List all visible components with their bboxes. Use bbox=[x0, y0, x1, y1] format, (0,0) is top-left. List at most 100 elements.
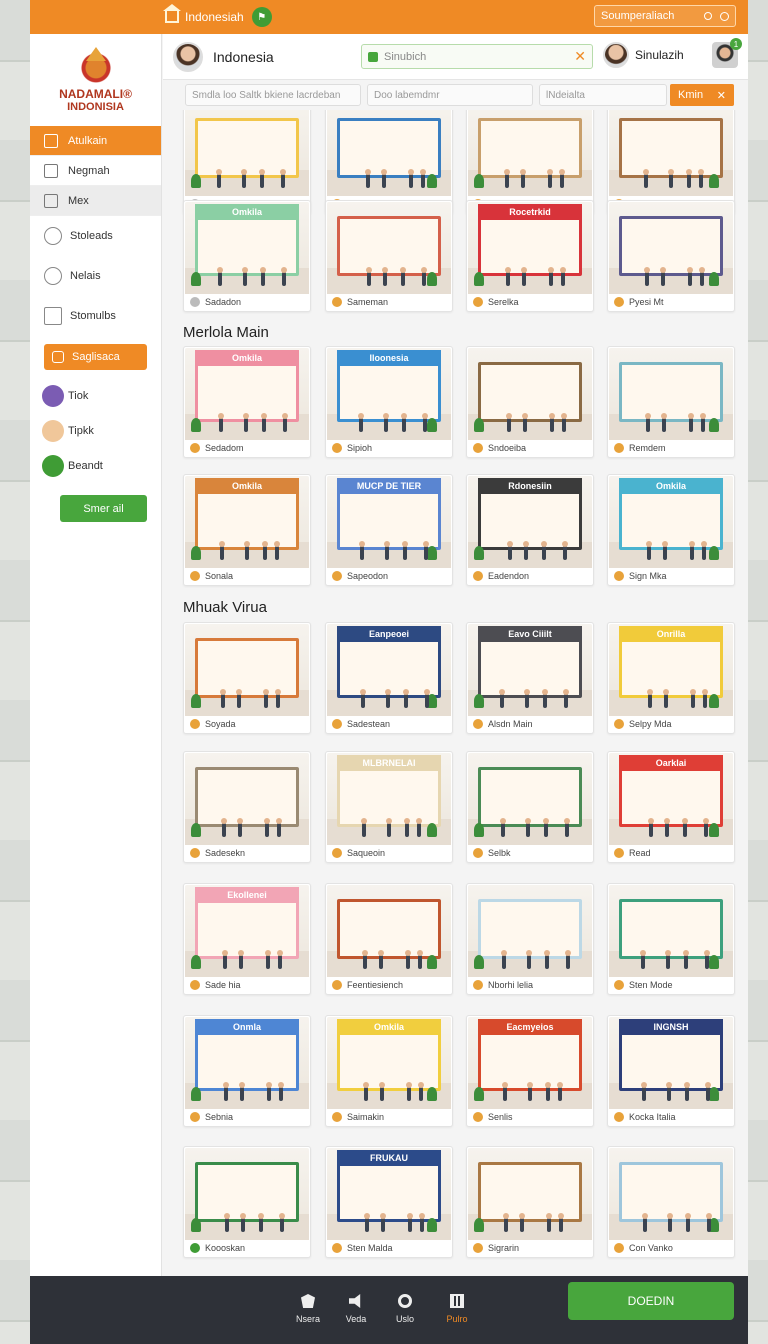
shopper-figure bbox=[699, 267, 705, 286]
shopper-figure bbox=[525, 818, 531, 837]
sidebar-item-stoleads[interactable]: Stoleads bbox=[30, 216, 161, 256]
notification-avatar[interactable]: 1 bbox=[712, 38, 742, 68]
store-card[interactable]: Eacmyeios Senlis bbox=[466, 1015, 594, 1127]
store-card[interactable]: Selbk bbox=[466, 751, 594, 863]
store-card[interactable]: Iloonesia Sipioh bbox=[325, 346, 453, 458]
shopper-figure bbox=[243, 413, 249, 432]
top-search-field[interactable]: Soumperaliach bbox=[594, 5, 736, 27]
store-card[interactable]: Koooskan bbox=[183, 1146, 311, 1258]
home-icon[interactable] bbox=[163, 4, 181, 23]
flag-icon[interactable]: ⚑ bbox=[251, 7, 272, 27]
filter-field-3[interactable]: lNdeialta bbox=[539, 84, 667, 106]
store-card[interactable]: Oarklai Read bbox=[607, 751, 735, 863]
store-grid[interactable]: Merlola Main Mhuak Virua Sm OntsSadaacbi… bbox=[163, 110, 748, 1276]
bottom-nav-veda[interactable]: Veda bbox=[336, 1294, 376, 1324]
store-card[interactable]: Onrilla Selpy Mda bbox=[607, 622, 735, 734]
storefront bbox=[337, 118, 441, 178]
user-profile[interactable]: Sinulazih bbox=[603, 42, 684, 68]
store-card[interactable]: Rocetrkid Serelka bbox=[466, 200, 594, 312]
store-card[interactable]: Sadesekn bbox=[183, 751, 311, 863]
avatar[interactable] bbox=[173, 41, 203, 72]
bottom-nav-uslo[interactable]: Uslo bbox=[385, 1294, 425, 1324]
sidebar-item-atulkain[interactable]: Atulkain bbox=[30, 126, 161, 156]
store-card[interactable]: Sadaacbin bbox=[325, 110, 453, 214]
emblem-icon bbox=[78, 47, 113, 85]
sidebar-item-mex[interactable]: Mex bbox=[30, 186, 161, 216]
store-card[interactable]: Eanpeoei Sadestean bbox=[325, 622, 453, 734]
store-card[interactable]: Ekollenei Sade hia bbox=[183, 883, 311, 995]
store-card[interactable]: Sten Mode bbox=[607, 883, 735, 995]
store-card[interactable]: Sndoeiba bbox=[466, 346, 594, 458]
store-caption-text: Sadadon bbox=[205, 297, 242, 307]
search-input[interactable]: Sinubich ✕ bbox=[361, 44, 593, 69]
sidebar-item-stomulbs[interactable]: Stomulbs bbox=[30, 296, 161, 336]
filter-bar: Smdla loo Saltk bkiene lacrdeban Doo lab… bbox=[163, 80, 748, 110]
store-card[interactable]: Feentiesiench bbox=[325, 883, 453, 995]
store-card[interactable]: INGNSH Kocka Italia bbox=[607, 1015, 735, 1127]
store-thumbnail: Eavo Ciiilt bbox=[468, 624, 592, 716]
store-sign: Rdonesiin bbox=[478, 478, 582, 494]
shopper-figure bbox=[703, 818, 709, 837]
sidebar-item-nelais[interactable]: Nelais bbox=[30, 256, 161, 296]
sidebar-item-tiok[interactable]: Tiok bbox=[30, 378, 161, 413]
store-card[interactable]: Remdem bbox=[607, 346, 735, 458]
shopper-figure bbox=[701, 541, 707, 560]
store-card[interactable]: Sigrarin bbox=[466, 1146, 594, 1258]
doedin-button[interactable]: DOEDIN bbox=[568, 1282, 734, 1320]
store-thumbnail bbox=[468, 753, 592, 845]
kmin-button[interactable]: Kmin ✕ bbox=[670, 84, 734, 106]
store-card[interactable]: Soyada bbox=[183, 622, 311, 734]
sidebar-item-negmah[interactable]: Negmah bbox=[30, 156, 161, 186]
close-icon[interactable]: ✕ bbox=[574, 48, 586, 65]
store-card[interactable]: Selsjeman bbox=[607, 110, 735, 214]
shopper-figure bbox=[668, 169, 674, 188]
sidebar-item-label: Tiok bbox=[68, 389, 89, 402]
sidebar-item-tipkk[interactable]: Tipkk bbox=[30, 413, 161, 448]
store-card[interactable]: Sm Onts bbox=[183, 110, 311, 214]
saglisaca-button[interactable]: Saglisaca bbox=[44, 344, 147, 370]
store-card[interactable]: Omkila Sonala bbox=[183, 474, 311, 586]
bottom-nav-nsera[interactable]: Nsera bbox=[288, 1294, 328, 1324]
store-card[interactable]: Sameman bbox=[325, 200, 453, 312]
store-caption: Remdem bbox=[614, 443, 666, 453]
check-icon bbox=[473, 719, 483, 729]
shopper-figure bbox=[644, 267, 650, 286]
bottom-nav-pulro[interactable]: Pulro bbox=[437, 1294, 477, 1324]
store-caption-text: Sade hia bbox=[205, 980, 241, 990]
shopper-figure bbox=[519, 1213, 525, 1232]
search-icon[interactable] bbox=[720, 11, 729, 21]
store-card[interactable]: Rdonesiin Eadendon bbox=[466, 474, 594, 586]
store-caption: Serelka bbox=[473, 297, 519, 307]
store-card[interactable]: Con Vanko bbox=[607, 1146, 735, 1258]
store-card[interactable]: Omkila Sedadom bbox=[183, 346, 311, 458]
storefront bbox=[478, 118, 582, 178]
store-card[interactable]: Pyesi Mt bbox=[607, 200, 735, 312]
store-card[interactable]: Nborhi lelia bbox=[466, 883, 594, 995]
filter-field-1[interactable]: Smdla loo Saltk bkiene lacrdeban bbox=[185, 84, 361, 106]
store-card[interactable]: Omkila Saimakin bbox=[325, 1015, 453, 1127]
shopper-figure bbox=[263, 689, 269, 708]
store-card[interactable]: Omkila Sadadon bbox=[183, 200, 311, 312]
store-card[interactable]: Onmla Sebnia bbox=[183, 1015, 311, 1127]
store-card[interactable]: MUCP DE TIER Sapeodon bbox=[325, 474, 453, 586]
plant-icon bbox=[474, 694, 484, 708]
shopper-figure bbox=[507, 541, 513, 560]
sidebar-item-beandt[interactable]: Beandt bbox=[30, 448, 161, 483]
store-card[interactable]: FRUKAU Sten Malda bbox=[325, 1146, 453, 1258]
store-card[interactable]: Sok Min bbox=[466, 110, 594, 214]
filter-field-2[interactable]: Doo labemdmr bbox=[367, 84, 533, 106]
shopper-figure bbox=[261, 413, 267, 432]
store-caption: Sndoeiba bbox=[473, 443, 526, 453]
plant-icon bbox=[191, 955, 201, 969]
hand-pointer-icon bbox=[44, 267, 62, 285]
shopper-figure bbox=[565, 950, 571, 969]
storefront bbox=[195, 899, 299, 959]
shopper-figure bbox=[640, 950, 646, 969]
check-icon bbox=[614, 297, 624, 307]
store-card[interactable]: Eavo Ciiilt Alsdn Main bbox=[466, 622, 594, 734]
store-card[interactable]: Omkila Sign Mka bbox=[607, 474, 735, 586]
smer-ail-button[interactable]: Smer ail bbox=[60, 495, 147, 522]
store-caption: Sapeodon bbox=[332, 571, 388, 581]
store-card[interactable]: MLBRNELAI Saqueoin bbox=[325, 751, 453, 863]
storefront bbox=[619, 638, 723, 698]
